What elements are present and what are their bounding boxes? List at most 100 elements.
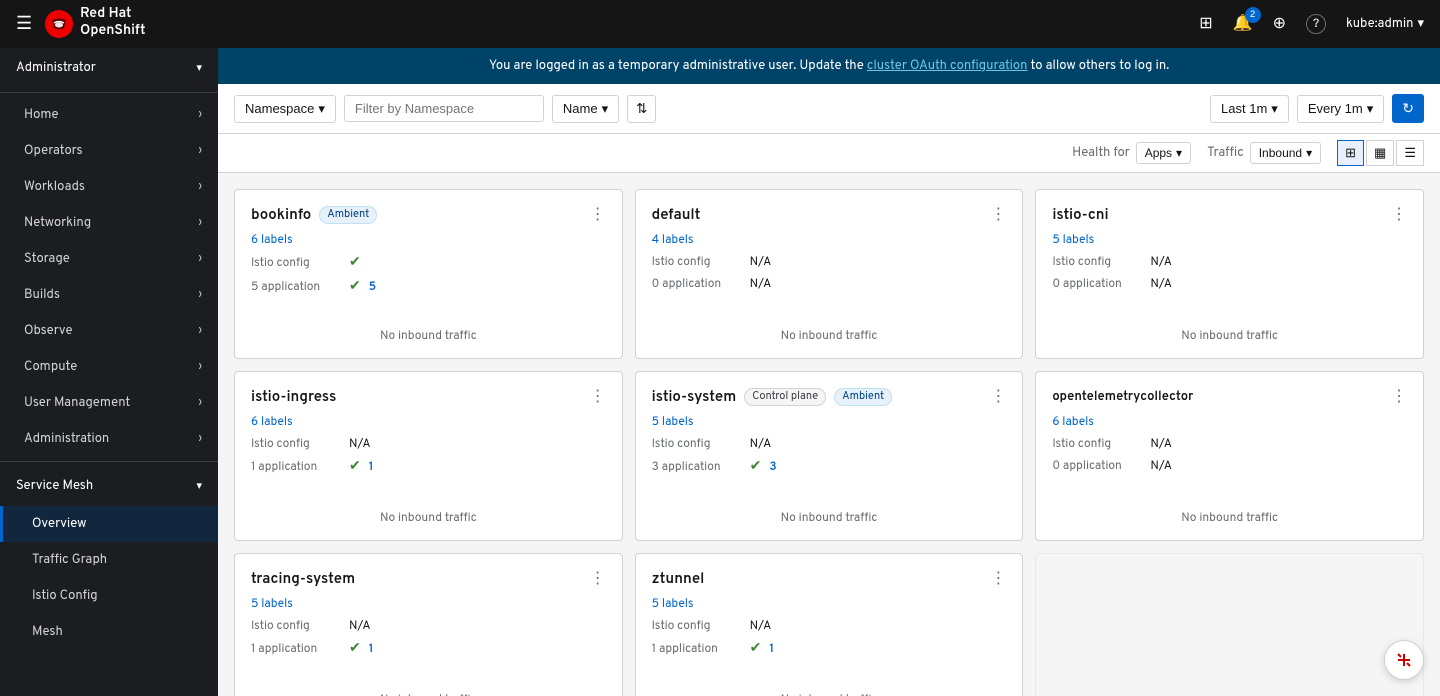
ns-labels-tracing-system[interactable]: 5 labels — [251, 596, 606, 612]
ns-title-default[interactable]: default — [652, 206, 701, 225]
sidebar-item-operators[interactable]: Operators › — [0, 133, 218, 169]
hamburger-menu[interactable]: ☰ — [16, 13, 32, 36]
ns-traffic-istio-cni: No inbound traffic — [1052, 320, 1407, 344]
corner-action-icon — [1394, 650, 1414, 670]
grid-view-button[interactable]: ⊞ — [1337, 140, 1364, 166]
ns-menu-istio-system[interactable]: ⋮ — [990, 386, 1006, 408]
istio-config-istio-system: N/A — [750, 436, 772, 452]
app-check-bookinfo: ✔ — [349, 278, 361, 296]
ns-title-opentelemetrycollector[interactable]: opentelemetrycollector — [1052, 389, 1193, 405]
app-count-istio-system[interactable]: 3 — [769, 459, 776, 475]
name-sort-dropdown[interactable]: Name ▾ — [552, 95, 619, 123]
sidebar-item-networking[interactable]: Networking › — [0, 205, 218, 241]
namespace-dropdown[interactable]: Namespace ▾ — [234, 95, 336, 123]
sidebar-item-storage[interactable]: Storage › — [0, 241, 218, 277]
ns-menu-tracing-system[interactable]: ⋮ — [590, 568, 606, 590]
ns-menu-istio-cni[interactable]: ⋮ — [1391, 204, 1407, 226]
istio-config-ztunnel: N/A — [750, 618, 772, 634]
ns-menu-opentelemetrycollector[interactable]: ⋮ — [1391, 386, 1407, 408]
ns-title-istio-cni[interactable]: istio-cni — [1052, 206, 1108, 225]
app-count-bookinfo[interactable]: 5 — [369, 279, 376, 295]
ns-title-bookinfo[interactable]: bookinfo — [251, 206, 311, 225]
ns-menu-default[interactable]: ⋮ — [990, 204, 1006, 226]
app-count-ztunnel[interactable]: 1 — [769, 641, 774, 657]
sidebar-item-istio-config[interactable]: Istio Config — [0, 578, 218, 614]
observe-chevron-icon: › — [199, 324, 202, 338]
apps-health-dropdown[interactable]: Apps ▾ — [1136, 142, 1191, 164]
ns-labels-istio-cni[interactable]: 5 labels — [1052, 232, 1407, 248]
namespace-card-ztunnel: ztunnel ⋮ 5 labels Istio config N/A 1 ap… — [635, 553, 1024, 696]
builds-chevron-icon: › — [199, 288, 202, 302]
sidebar-item-traffic-graph[interactable]: Traffic Graph — [0, 542, 218, 578]
ns-menu-istio-ingress[interactable]: ⋮ — [590, 386, 606, 408]
sidebar-role-switcher[interactable]: Administrator ▾ — [0, 48, 218, 88]
sidebar-item-user-management[interactable]: User Management › — [0, 385, 218, 421]
app-check-ztunnel: ✔ — [750, 640, 762, 658]
namespace-card-bookinfo: bookinfo Ambient ⋮ 6 labels Istio config… — [234, 189, 623, 359]
sidebar-item-home[interactable]: Home › — [0, 97, 218, 133]
user-menu[interactable]: kube:admin ▾ — [1346, 16, 1424, 32]
ns-labels-default[interactable]: 4 labels — [652, 232, 1007, 248]
sidebar-item-observe[interactable]: Observe › — [0, 313, 218, 349]
istio-config-tracing-system: N/A — [349, 618, 371, 634]
last-1m-dropdown[interactable]: Last 1m ▾ — [1210, 95, 1289, 123]
health-for-label: Health for — [1072, 145, 1130, 161]
add-icon[interactable]: ⊕ — [1273, 13, 1286, 35]
sort-order-button[interactable]: ⇅ — [627, 95, 656, 123]
app-check-istio-system: ✔ — [750, 458, 762, 476]
sidebar-service-mesh-header[interactable]: Service Mesh ▾ — [0, 466, 218, 506]
ns-labels-ztunnel[interactable]: 5 labels — [652, 596, 1007, 612]
storage-chevron-icon: › — [199, 252, 202, 266]
corner-action-button[interactable] — [1384, 640, 1424, 680]
list-view-button[interactable]: ☰ — [1396, 140, 1424, 166]
apps-grid-icon[interactable]: ⊞ — [1199, 13, 1212, 35]
help-icon[interactable]: ? — [1306, 14, 1326, 34]
sidebar-item-workloads[interactable]: Workloads › — [0, 169, 218, 205]
sidebar: Administrator ▾ Home › Operators › Workl… — [0, 48, 218, 696]
ns-traffic-istio-system: No inbound traffic — [652, 502, 1007, 526]
ns-labels-istio-ingress[interactable]: 6 labels — [251, 414, 606, 430]
ns-labels-opentelemetrycollector[interactable]: 6 labels — [1052, 414, 1407, 430]
ns-labels-istio-system[interactable]: 5 labels — [652, 414, 1007, 430]
sidebar-item-administration[interactable]: Administration › — [0, 421, 218, 457]
workloads-chevron-icon: › — [199, 180, 202, 194]
ns-menu-ztunnel[interactable]: ⋮ — [990, 568, 1006, 590]
networking-chevron-icon: › — [199, 216, 202, 230]
ns-menu-bookinfo[interactable]: ⋮ — [590, 204, 606, 226]
ns-title-tracing-system[interactable]: tracing-system — [251, 570, 355, 589]
traffic-label: Traffic — [1207, 145, 1244, 161]
refresh-button[interactable]: ↻ — [1392, 94, 1424, 123]
ns-title-istio-system[interactable]: istio-system — [652, 388, 737, 407]
inbound-traffic-dropdown[interactable]: Inbound ▾ — [1250, 142, 1321, 164]
compact-grid-view-button[interactable]: ▦ — [1366, 140, 1394, 166]
ns-labels-bookinfo[interactable]: 6 labels — [251, 232, 606, 248]
apps-dropdown-chevron: ▾ — [1176, 146, 1182, 160]
namespace-card-tracing-system: tracing-system ⋮ 5 labels Istio config N… — [234, 553, 623, 696]
every-1m-dropdown[interactable]: Every 1m ▾ — [1297, 95, 1384, 123]
admin-chevron-icon: › — [199, 432, 202, 446]
oauth-config-link[interactable]: cluster OAuth configuration — [867, 58, 1028, 74]
ns-traffic-ztunnel: No inbound traffic — [652, 684, 1007, 696]
namespace-dropdown-chevron: ▾ — [318, 101, 325, 117]
ns-title-ztunnel[interactable]: ztunnel — [652, 570, 705, 589]
app-count-tracing-system[interactable]: 1 — [369, 641, 374, 657]
ns-badge-ambient: Ambient — [319, 206, 377, 224]
role-chevron-icon: ▾ — [196, 61, 202, 76]
app-count-default: N/A — [750, 276, 772, 292]
namespace-card-empty — [1035, 553, 1424, 696]
operators-chevron-icon: › — [199, 144, 202, 158]
sidebar-item-overview[interactable]: Overview — [0, 506, 218, 542]
sidebar-item-compute[interactable]: Compute › — [0, 349, 218, 385]
namespace-card-istio-cni: istio-cni ⋮ 5 labels Istio config N/A 0 … — [1035, 189, 1424, 359]
ns-traffic-default: No inbound traffic — [652, 320, 1007, 344]
sidebar-item-builds[interactable]: Builds › — [0, 277, 218, 313]
ns-badge-ambient-2: Ambient — [834, 388, 892, 406]
sidebar-item-mesh[interactable]: Mesh — [0, 614, 218, 650]
ns-traffic-bookinfo: No inbound traffic — [251, 320, 606, 344]
app-check-istio-ingress: ✔ — [349, 458, 361, 476]
ns-title-istio-ingress[interactable]: istio-ingress — [251, 388, 336, 407]
notifications-bell-icon[interactable]: 🔔 2 — [1233, 13, 1253, 35]
notification-count: 2 — [1245, 7, 1261, 23]
namespace-filter-input[interactable] — [344, 95, 544, 122]
app-count-istio-ingress[interactable]: 1 — [369, 459, 374, 475]
